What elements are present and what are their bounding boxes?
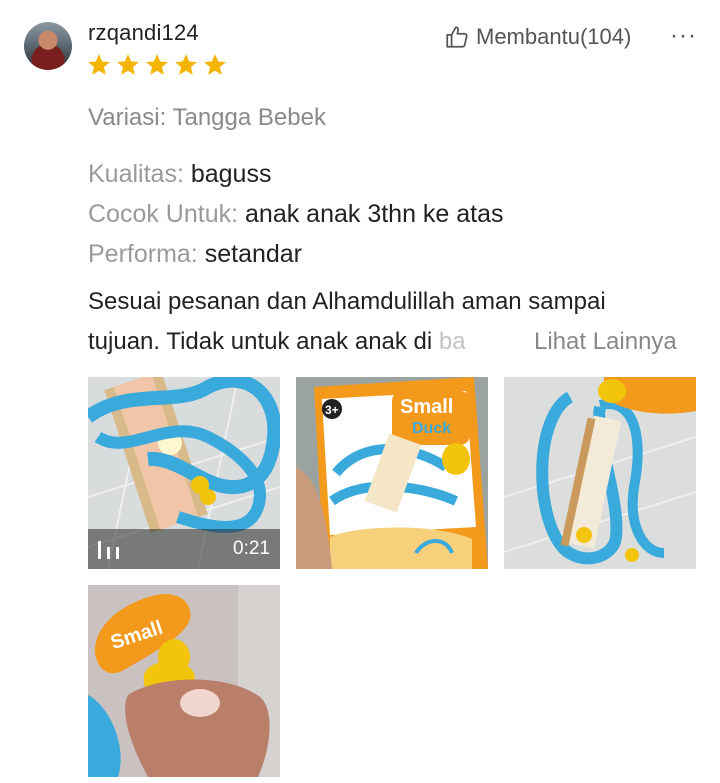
toy-duck-card-image: Small: [88, 585, 280, 777]
variant-label: Variasi: Tangga Bebek: [88, 104, 326, 131]
star-icon: [175, 54, 197, 75]
attribute-value: setandar: [204, 240, 303, 268]
review-photo-thumbnail[interactable]: Small: [88, 585, 280, 777]
attribute-performance: Performa: setandar: [88, 240, 302, 269]
box-subtitle-text: Duck: [412, 420, 451, 437]
thumbs-up-icon: [446, 26, 468, 48]
star-icon: [204, 54, 226, 75]
attribute-key: Performa:: [88, 240, 198, 268]
attribute-quality: Kualitas: baguss: [88, 160, 271, 189]
review-video-thumbnail[interactable]: 0:21: [88, 377, 280, 569]
more-options-button[interactable]: ···: [670, 22, 697, 50]
attribute-key: Kualitas:: [88, 160, 184, 188]
toy-track-image: [504, 377, 696, 569]
star-icon: [88, 54, 110, 75]
review-text-line: tujuan. Tidak untuk anak anak di ba: [88, 328, 466, 356]
box-title-text: Small: [400, 396, 453, 418]
age-badge-text: 3+: [325, 403, 339, 417]
reviewer-username[interactable]: rzqandi124: [88, 20, 199, 46]
see-more-link[interactable]: Lihat Lainnya: [534, 328, 677, 356]
review-text-line: Sesuai pesanan dan Alhamdulillah aman sa…: [88, 288, 606, 315]
attribute-value: anak anak 3thn ke atas: [245, 200, 504, 228]
review-photo-thumbnail[interactable]: Small Duck 3+: [296, 377, 488, 569]
avatar[interactable]: [24, 22, 72, 70]
star-icon: [146, 54, 168, 75]
review-text: tujuan. Tidak untuk anak anak di: [88, 328, 439, 355]
attribute-suitable-for: Cocok Untuk: anak anak 3thn ke atas: [88, 200, 504, 229]
attribute-value: baguss: [190, 160, 272, 188]
video-duration: 0:21: [233, 538, 270, 559]
review-text-faded: ba: [438, 328, 466, 355]
review-photo-thumbnail[interactable]: [504, 377, 696, 569]
helpful-button[interactable]: Membantu(104): [444, 24, 631, 50]
video-play-icon: [98, 541, 119, 559]
star-icon: [117, 54, 139, 75]
product-box-image: Small Duck 3+: [296, 377, 488, 569]
star-rating: [86, 52, 228, 78]
attribute-key: Cocok Untuk:: [88, 200, 239, 228]
helpful-count-label: Membantu(104): [476, 24, 632, 49]
